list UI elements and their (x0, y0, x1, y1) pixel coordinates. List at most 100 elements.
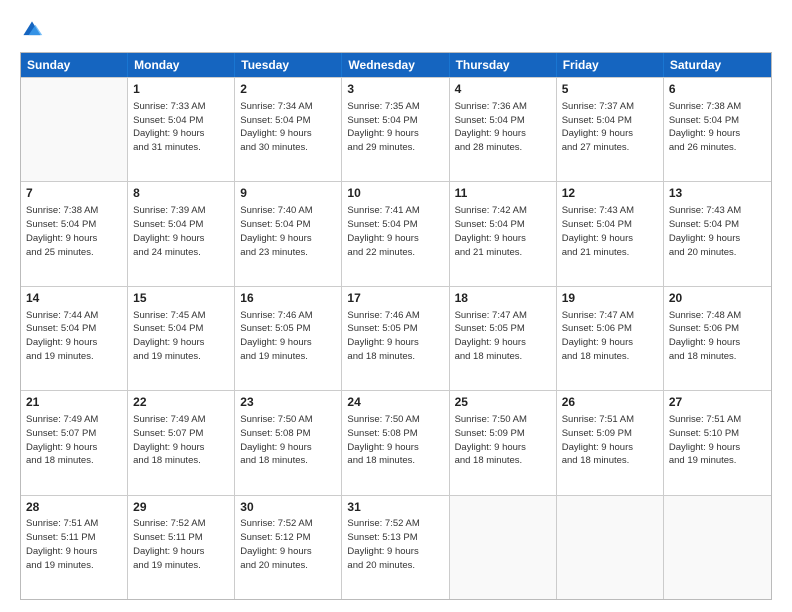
day-number: 18 (455, 290, 551, 307)
calendar-row-2: 14 Sunrise: 7:44 AM Sunset: 5:04 PM Dayli… (21, 286, 771, 390)
calendar-cell-2: 2 Sunrise: 7:34 AM Sunset: 5:04 PM Daylig… (235, 78, 342, 181)
day-number: 14 (26, 290, 122, 307)
day-info: Sunrise: 7:49 AM Sunset: 5:07 PM Dayligh… (26, 413, 122, 468)
calendar-cell-empty-5 (557, 496, 664, 599)
calendar-cell-empty-4 (450, 496, 557, 599)
day-info: Sunrise: 7:44 AM Sunset: 5:04 PM Dayligh… (26, 309, 122, 364)
day-number: 1 (133, 81, 229, 98)
day-number: 9 (240, 185, 336, 202)
header-day-monday: Monday (128, 53, 235, 77)
calendar-cell-20: 20 Sunrise: 7:48 AM Sunset: 5:06 PM Dayli… (664, 287, 771, 390)
calendar-cell-24: 24 Sunrise: 7:50 AM Sunset: 5:08 PM Dayli… (342, 391, 449, 494)
day-number: 20 (669, 290, 766, 307)
day-number: 24 (347, 394, 443, 411)
day-info: Sunrise: 7:36 AM Sunset: 5:04 PM Dayligh… (455, 100, 551, 155)
day-number: 5 (562, 81, 658, 98)
calendar-cell-4: 4 Sunrise: 7:36 AM Sunset: 5:04 PM Daylig… (450, 78, 557, 181)
day-info: Sunrise: 7:39 AM Sunset: 5:04 PM Dayligh… (133, 204, 229, 259)
calendar-cell-16: 16 Sunrise: 7:46 AM Sunset: 5:05 PM Dayli… (235, 287, 342, 390)
calendar-cell-8: 8 Sunrise: 7:39 AM Sunset: 5:04 PM Daylig… (128, 182, 235, 285)
day-info: Sunrise: 7:51 AM Sunset: 5:11 PM Dayligh… (26, 517, 122, 572)
day-number: 28 (26, 499, 122, 516)
calendar-row-0: 1 Sunrise: 7:33 AM Sunset: 5:04 PM Daylig… (21, 77, 771, 181)
day-info: Sunrise: 7:35 AM Sunset: 5:04 PM Dayligh… (347, 100, 443, 155)
calendar-cell-22: 22 Sunrise: 7:49 AM Sunset: 5:07 PM Dayli… (128, 391, 235, 494)
day-info: Sunrise: 7:38 AM Sunset: 5:04 PM Dayligh… (26, 204, 122, 259)
day-info: Sunrise: 7:51 AM Sunset: 5:10 PM Dayligh… (669, 413, 766, 468)
calendar-cell-14: 14 Sunrise: 7:44 AM Sunset: 5:04 PM Dayli… (21, 287, 128, 390)
day-info: Sunrise: 7:41 AM Sunset: 5:04 PM Dayligh… (347, 204, 443, 259)
calendar-cell-31: 31Sunrise: 7:52 AM Sunset: 5:13 PM Dayli… (342, 496, 449, 599)
calendar-cell-29: 29Sunrise: 7:52 AM Sunset: 5:11 PM Dayli… (128, 496, 235, 599)
day-number: 22 (133, 394, 229, 411)
header-day-sunday: Sunday (21, 53, 128, 77)
calendar-cell-empty-0 (21, 78, 128, 181)
day-number: 4 (455, 81, 551, 98)
day-number: 31 (347, 499, 443, 516)
day-info: Sunrise: 7:33 AM Sunset: 5:04 PM Dayligh… (133, 100, 229, 155)
calendar-cell-27: 27 Sunrise: 7:51 AM Sunset: 5:10 PM Dayli… (664, 391, 771, 494)
calendar-row-3: 21 Sunrise: 7:49 AM Sunset: 5:07 PM Dayli… (21, 390, 771, 494)
day-info: Sunrise: 7:50 AM Sunset: 5:08 PM Dayligh… (347, 413, 443, 468)
calendar-cell-23: 23 Sunrise: 7:50 AM Sunset: 5:08 PM Dayli… (235, 391, 342, 494)
day-number: 15 (133, 290, 229, 307)
day-number: 3 (347, 81, 443, 98)
day-number: 25 (455, 394, 551, 411)
header-day-wednesday: Wednesday (342, 53, 449, 77)
day-number: 2 (240, 81, 336, 98)
day-info: Sunrise: 7:43 AM Sunset: 5:04 PM Dayligh… (669, 204, 766, 259)
calendar-row-4: 28Sunrise: 7:51 AM Sunset: 5:11 PM Dayli… (21, 495, 771, 599)
day-number: 19 (562, 290, 658, 307)
calendar-cell-5: 5Sunrise: 7:37 AM Sunset: 5:04 PM Daylig… (557, 78, 664, 181)
day-number: 27 (669, 394, 766, 411)
calendar-cell-13: 13Sunrise: 7:43 AM Sunset: 5:04 PM Dayli… (664, 182, 771, 285)
calendar-cell-10: 10 Sunrise: 7:41 AM Sunset: 5:04 PM Dayli… (342, 182, 449, 285)
header-day-saturday: Saturday (664, 53, 771, 77)
calendar-cell-15: 15 Sunrise: 7:45 AM Sunset: 5:04 PM Dayli… (128, 287, 235, 390)
day-info: Sunrise: 7:49 AM Sunset: 5:07 PM Dayligh… (133, 413, 229, 468)
day-info: Sunrise: 7:47 AM Sunset: 5:06 PM Dayligh… (562, 309, 658, 364)
calendar-cell-12: 12Sunrise: 7:43 AM Sunset: 5:04 PM Dayli… (557, 182, 664, 285)
day-info: Sunrise: 7:42 AM Sunset: 5:04 PM Dayligh… (455, 204, 551, 259)
day-info: Sunrise: 7:47 AM Sunset: 5:05 PM Dayligh… (455, 309, 551, 364)
calendar-cell-1: 1 Sunrise: 7:33 AM Sunset: 5:04 PM Daylig… (128, 78, 235, 181)
day-info: Sunrise: 7:45 AM Sunset: 5:04 PM Dayligh… (133, 309, 229, 364)
day-info: Sunrise: 7:51 AM Sunset: 5:09 PM Dayligh… (562, 413, 658, 468)
calendar-cell-9: 9 Sunrise: 7:40 AM Sunset: 5:04 PM Daylig… (235, 182, 342, 285)
day-number: 10 (347, 185, 443, 202)
calendar-cell-7: 7 Sunrise: 7:38 AM Sunset: 5:04 PM Daylig… (21, 182, 128, 285)
day-number: 30 (240, 499, 336, 516)
logo (20, 18, 48, 42)
page: SundayMondayTuesdayWednesdayThursdayFrid… (0, 0, 792, 612)
day-info: Sunrise: 7:46 AM Sunset: 5:05 PM Dayligh… (347, 309, 443, 364)
calendar-cell-11: 11Sunrise: 7:42 AM Sunset: 5:04 PM Dayli… (450, 182, 557, 285)
day-info: Sunrise: 7:46 AM Sunset: 5:05 PM Dayligh… (240, 309, 336, 364)
day-number: 7 (26, 185, 122, 202)
day-number: 8 (133, 185, 229, 202)
day-info: Sunrise: 7:34 AM Sunset: 5:04 PM Dayligh… (240, 100, 336, 155)
day-number: 26 (562, 394, 658, 411)
day-info: Sunrise: 7:50 AM Sunset: 5:09 PM Dayligh… (455, 413, 551, 468)
header (20, 18, 772, 42)
logo-icon (20, 18, 44, 42)
calendar-cell-25: 25 Sunrise: 7:50 AM Sunset: 5:09 PM Dayli… (450, 391, 557, 494)
calendar: SundayMondayTuesdayWednesdayThursdayFrid… (20, 52, 772, 600)
calendar-cell-26: 26 Sunrise: 7:51 AM Sunset: 5:09 PM Dayli… (557, 391, 664, 494)
header-day-tuesday: Tuesday (235, 53, 342, 77)
day-info: Sunrise: 7:48 AM Sunset: 5:06 PM Dayligh… (669, 309, 766, 364)
day-info: Sunrise: 7:40 AM Sunset: 5:04 PM Dayligh… (240, 204, 336, 259)
calendar-body: 1 Sunrise: 7:33 AM Sunset: 5:04 PM Daylig… (21, 77, 771, 599)
day-number: 23 (240, 394, 336, 411)
day-number: 17 (347, 290, 443, 307)
calendar-header: SundayMondayTuesdayWednesdayThursdayFrid… (21, 53, 771, 77)
calendar-cell-30: 30Sunrise: 7:52 AM Sunset: 5:12 PM Dayli… (235, 496, 342, 599)
day-number: 29 (133, 499, 229, 516)
calendar-row-1: 7 Sunrise: 7:38 AM Sunset: 5:04 PM Daylig… (21, 181, 771, 285)
day-info: Sunrise: 7:52 AM Sunset: 5:12 PM Dayligh… (240, 517, 336, 572)
day-info: Sunrise: 7:50 AM Sunset: 5:08 PM Dayligh… (240, 413, 336, 468)
day-info: Sunrise: 7:38 AM Sunset: 5:04 PM Dayligh… (669, 100, 766, 155)
day-info: Sunrise: 7:52 AM Sunset: 5:13 PM Dayligh… (347, 517, 443, 572)
header-day-friday: Friday (557, 53, 664, 77)
day-number: 16 (240, 290, 336, 307)
day-number: 21 (26, 394, 122, 411)
